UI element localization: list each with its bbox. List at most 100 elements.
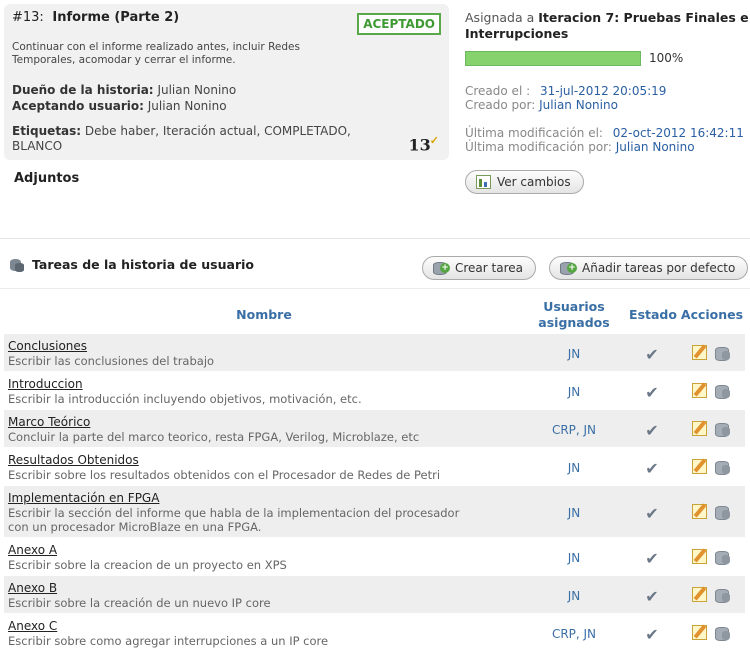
task-users: JN <box>567 589 581 603</box>
progress-fill <box>466 52 640 65</box>
delete-task-icon[interactable] <box>714 625 730 641</box>
story-tags: Etiquetas: Debe haber, Iteración actual,… <box>12 124 367 154</box>
delete-task-icon[interactable] <box>714 383 730 399</box>
header-state: Estado <box>629 307 677 322</box>
story-number: #13: <box>12 10 44 25</box>
add-default-label: Añadir tareas por defecto <box>582 261 736 275</box>
task-users: JN <box>567 551 581 565</box>
created-row: Creado el : 31-jul-2012 20:05:19 <box>465 84 666 98</box>
modified-by-row: Última modificación por: Julian Nonino <box>465 140 695 154</box>
story-card: #13: Informe (Parte 2) ACEPTADO Continua… <box>4 4 449 160</box>
header-name: Nombre <box>236 307 292 322</box>
task-users: CRP, JN <box>551 423 597 437</box>
points-value: 13 <box>408 135 431 155</box>
progress-label: 100% <box>649 51 684 65</box>
edit-icon[interactable] <box>692 421 707 436</box>
task-users: JN <box>567 461 581 475</box>
task-users: CRP, JN <box>551 627 597 641</box>
table-row: Anexo C Escribir sobre como agregar inter… <box>4 614 745 652</box>
created-by-row: Creado por: Julian Nonino <box>465 98 618 112</box>
modified-value: 02-oct-2012 16:42:11 <box>612 126 744 140</box>
table-row: Resultados Obtenidos Escribir sobre los r… <box>4 448 745 486</box>
edit-icon[interactable] <box>692 587 707 602</box>
attachments-heading: Adjuntos <box>14 171 80 186</box>
delete-task-icon[interactable] <box>714 549 730 565</box>
edit-icon[interactable] <box>692 504 707 519</box>
accepting-value: Julian Nonino <box>147 99 227 113</box>
delete-task-icon[interactable] <box>714 459 730 475</box>
task-actions <box>692 345 730 361</box>
task-actions <box>692 587 730 603</box>
task-actions <box>692 549 730 565</box>
modified-row: Última modificación el: 02-oct-2012 16:4… <box>465 126 744 140</box>
add-default-tasks-button[interactable]: Añadir tareas por defecto <box>549 256 749 280</box>
table-row: Anexo A Escribir sobre la creacion de un … <box>4 538 745 576</box>
delete-task-icon[interactable] <box>714 587 730 603</box>
task-name-link[interactable]: Anexo A <box>8 543 57 557</box>
progress-bar <box>465 51 641 66</box>
task-actions <box>692 625 730 641</box>
state-check-icon: ✔ <box>645 549 659 568</box>
task-description: Escribir sobre la creacion de un proyect… <box>8 558 287 572</box>
tasks-divider <box>0 288 750 289</box>
edit-icon[interactable] <box>692 383 707 398</box>
tasks-table-body: Conclusiones Escribir las conclusiones de… <box>4 334 745 652</box>
delete-task-icon[interactable] <box>714 421 730 437</box>
task-description: Escribir sobre como agregar interrupcion… <box>8 634 329 648</box>
add-default-icon <box>560 261 577 275</box>
state-check-icon: ✔ <box>645 587 659 606</box>
state-check-icon: ✔ <box>645 504 659 523</box>
state-check-icon: ✔ <box>645 345 659 364</box>
create-task-button[interactable]: Crear tarea <box>422 256 536 280</box>
task-name-link[interactable]: Anexo B <box>8 581 57 595</box>
story-heading: #13: Informe (Parte 2) <box>12 10 179 25</box>
task-actions <box>692 459 730 475</box>
view-changes-label: Ver cambios <box>497 175 571 189</box>
task-name-link[interactable]: Implementación en FPGA <box>8 491 159 505</box>
task-name-link[interactable]: Conclusiones <box>8 339 87 353</box>
accepting-label: Aceptando usuario: <box>12 99 144 113</box>
task-actions <box>692 504 730 520</box>
edit-icon[interactable] <box>692 549 707 564</box>
task-name-link[interactable]: Introduccion <box>8 377 83 391</box>
header-actions: Acciones <box>680 307 744 322</box>
story-sidebar: Asignada a Iteracion 7: Pruebas Finales … <box>465 10 750 154</box>
task-name-link[interactable]: Anexo C <box>8 619 57 633</box>
task-description: Escribir la sección del informe que habl… <box>8 506 460 534</box>
delete-task-icon[interactable] <box>714 345 730 361</box>
edit-icon[interactable] <box>692 345 707 360</box>
section-divider <box>0 238 750 239</box>
owner-label: Dueño de la historia: <box>12 83 154 97</box>
modified-by-value[interactable]: Julian Nonino <box>616 140 695 154</box>
task-description: Escribir sobre la creación de un nuevo I… <box>8 596 271 610</box>
owner-value: Julian Nonino <box>157 83 237 97</box>
task-actions <box>692 421 730 437</box>
created-by-value[interactable]: Julian Nonino <box>539 98 618 112</box>
edit-icon[interactable] <box>692 625 707 640</box>
state-check-icon: ✔ <box>645 459 659 478</box>
edit-icon[interactable] <box>692 459 707 474</box>
view-changes-button[interactable]: Ver cambios <box>465 170 584 194</box>
table-row: Introduccion Escribir la introducción inc… <box>4 372 745 410</box>
assigned-iteration: Asignada a Iteracion 7: Pruebas Finales … <box>465 10 750 42</box>
task-description: Escribir las conclusiones del trabajo <box>8 354 215 368</box>
task-users: JN <box>567 385 581 399</box>
table-row: Implementación en FPGA Escribir la secció… <box>4 486 745 538</box>
story-people: Dueño de la historia: Julian Nonino Acep… <box>12 82 236 114</box>
task-description: Escribir la introducción incluyendo obje… <box>8 392 362 406</box>
status-badge: ACEPTADO <box>357 13 441 35</box>
tasks-heading: Tareas de la historia de usuario <box>10 257 254 272</box>
tags-label: Etiquetas: <box>12 124 82 138</box>
table-row: Marco Teórico Concluir la parte del marco… <box>4 410 745 448</box>
tasks-table-header: Nombre Usuarios asignados Estado Accione… <box>4 297 745 333</box>
modified-label: Última modificación el: <box>465 126 603 140</box>
task-name-link[interactable]: Marco Teórico <box>8 415 90 429</box>
delete-task-icon[interactable] <box>714 504 730 520</box>
created-by-label: Creado por: <box>465 98 536 112</box>
points-check-icon: ✓ <box>429 134 439 147</box>
task-actions <box>692 383 730 399</box>
create-task-label: Crear tarea <box>455 261 523 275</box>
task-name-link[interactable]: Resultados Obtenidos <box>8 453 139 467</box>
header-users: Usuarios asignados <box>538 299 610 330</box>
tasks-title: Tareas de la historia de usuario <box>32 257 254 272</box>
